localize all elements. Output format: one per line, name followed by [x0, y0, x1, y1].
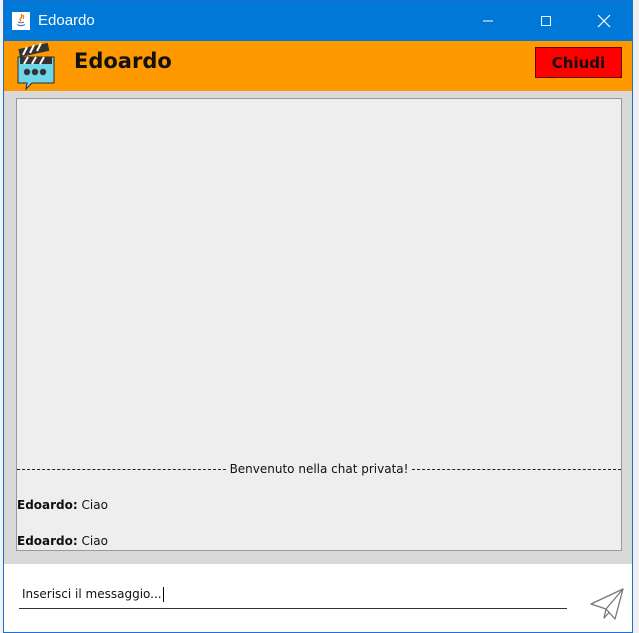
text-caret: [162, 587, 164, 602]
message-text: Ciao: [77, 534, 108, 548]
java-icon: [12, 12, 30, 30]
chat-header: Edoardo Chiudi: [4, 41, 632, 91]
welcome-text: Benvenuto nella chat privata!: [229, 462, 409, 476]
minimize-button[interactable]: [459, 1, 517, 41]
desktop-background-right: [633, 0, 639, 633]
message-text: Ciao: [77, 498, 108, 512]
close-icon: [597, 14, 611, 28]
message-input[interactable]: Inserisci il messaggio...: [19, 583, 567, 609]
message-sender: Edoardo:: [17, 498, 78, 512]
minimize-icon: [483, 20, 493, 22]
maximize-button[interactable]: [517, 1, 575, 41]
composer: Inserisci il messaggio...: [4, 564, 632, 632]
window-title: Edoardo: [38, 12, 95, 29]
title-bar[interactable]: Edoardo: [4, 1, 632, 41]
chat-history[interactable]: Benvenuto nella chat privata! Edoardo: C…: [16, 98, 622, 551]
welcome-banner: Benvenuto nella chat privata!: [17, 461, 621, 477]
contact-name: Edoardo: [74, 49, 172, 73]
chat-message: Edoardo: Ciao: [17, 498, 108, 512]
message-input-placeholder: Inserisci il messaggio...: [22, 587, 162, 601]
welcome-divider-left: [17, 469, 226, 470]
welcome-divider-right: [412, 469, 621, 470]
clapperboard-chat-icon: [14, 41, 60, 91]
close-chat-button[interactable]: Chiudi: [535, 47, 622, 78]
maximize-icon: [541, 16, 551, 26]
chat-message: Edoardo: Ciao: [17, 534, 108, 548]
close-window-button[interactable]: [575, 1, 632, 41]
chat-window: Edoardo Edoardo Chiudi Benvenuto nella c…: [3, 0, 633, 633]
message-sender: Edoardo:: [17, 534, 78, 548]
send-button[interactable]: [589, 587, 625, 621]
paper-plane-icon: [590, 588, 624, 620]
